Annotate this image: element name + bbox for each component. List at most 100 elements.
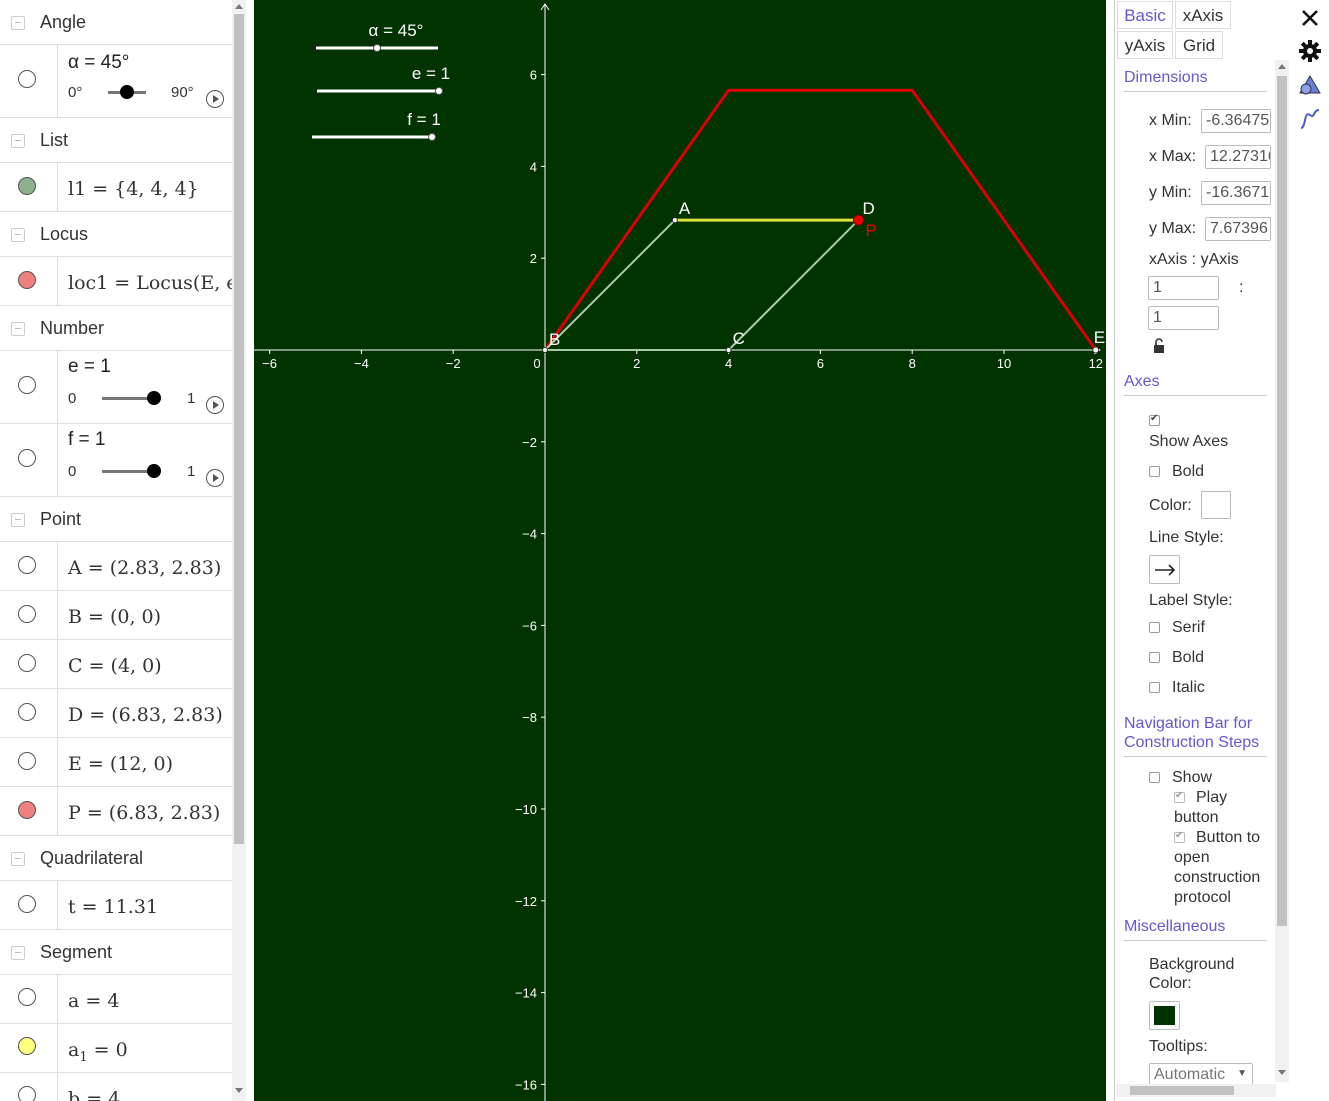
visibility-toggle[interactable] bbox=[18, 801, 36, 819]
y-tick-label: −2 bbox=[522, 435, 537, 450]
algebra-item-f[interactable]: f = 1 0 1 bbox=[0, 424, 232, 497]
scrollbar-thumb[interactable] bbox=[1277, 76, 1287, 926]
properties-scrollbar[interactable] bbox=[1275, 60, 1289, 1082]
collapse-icon[interactable] bbox=[11, 322, 25, 336]
ratio-y-input[interactable]: 1 bbox=[1148, 306, 1219, 330]
scrollbar-thumb[interactable] bbox=[1130, 1086, 1234, 1095]
scroll-down-icon[interactable] bbox=[235, 1088, 243, 1093]
algebra-item-point-b[interactable]: B = (0, 0) bbox=[0, 591, 232, 640]
unlock-icon[interactable] bbox=[1152, 337, 1168, 355]
algebra-item-point-e[interactable]: E = (12, 0) bbox=[0, 738, 232, 787]
visibility-toggle[interactable] bbox=[18, 70, 36, 88]
slider-knob[interactable] bbox=[147, 464, 161, 478]
graphics-view[interactable]: −6 −4 −2 0 2 4 6 8 10 12 6 4 2 −2 −4 −6 −8 −10 −12 −14 −16 A B… bbox=[254, 0, 1106, 1101]
tab-xaxis[interactable]: xAxis bbox=[1175, 1, 1231, 29]
slider-max: 1 bbox=[187, 390, 196, 407]
collapse-icon[interactable] bbox=[11, 852, 25, 866]
segment-cd bbox=[727, 219, 860, 351]
play-icon[interactable] bbox=[206, 469, 224, 487]
algebra-item-t[interactable]: t = 11.31 bbox=[0, 881, 232, 930]
show-nav-label: Show bbox=[1172, 769, 1213, 786]
graphics-canvas[interactable]: −6 −4 −2 0 2 4 6 8 10 12 6 4 2 −2 −4 −6 −8 −10 −12 −14 −16 A B… bbox=[254, 0, 1106, 1101]
function-curve-icon[interactable] bbox=[1298, 107, 1322, 131]
graphics-style-icon[interactable] bbox=[1298, 73, 1322, 97]
algebra-item-e[interactable]: e = 1 0 1 bbox=[0, 351, 232, 424]
section-navigation-bar: Navigation Bar for Construction Steps bbox=[1124, 714, 1267, 757]
scroll-up-icon[interactable] bbox=[1278, 64, 1286, 69]
line-style-button[interactable] bbox=[1149, 555, 1180, 584]
scroll-down-icon[interactable] bbox=[1278, 1070, 1286, 1075]
group-list[interactable]: List bbox=[0, 118, 232, 163]
play-icon[interactable] bbox=[206, 396, 224, 414]
xmin-input[interactable]: -6.36475 bbox=[1201, 109, 1271, 133]
slider-knob[interactable] bbox=[147, 391, 161, 405]
show-axes-checkbox[interactable] bbox=[1149, 413, 1160, 426]
visibility-toggle[interactable] bbox=[18, 654, 36, 672]
ymin-input[interactable]: -16.36719 bbox=[1201, 181, 1271, 205]
visibility-toggle[interactable] bbox=[18, 605, 36, 623]
serif-checkbox[interactable] bbox=[1149, 622, 1160, 633]
collapse-icon[interactable] bbox=[11, 16, 25, 30]
gear-icon[interactable] bbox=[1298, 39, 1322, 63]
tab-basic[interactable]: Basic bbox=[1117, 1, 1173, 29]
algebra-item-alpha[interactable]: α = 45° 0° 90° bbox=[0, 44, 232, 118]
collapse-icon[interactable] bbox=[11, 513, 25, 527]
group-segment[interactable]: Segment bbox=[0, 930, 232, 975]
visibility-toggle[interactable] bbox=[18, 556, 36, 574]
group-angle[interactable]: Angle bbox=[0, 0, 232, 45]
group-label: Quadrilateral bbox=[40, 848, 144, 868]
group-point[interactable]: Point bbox=[0, 497, 232, 542]
tab-grid[interactable]: Grid bbox=[1175, 31, 1223, 59]
show-nav-checkbox[interactable] bbox=[1149, 772, 1160, 783]
collapse-icon[interactable] bbox=[11, 946, 25, 960]
open-protocol-label: Button to bbox=[1196, 829, 1261, 846]
visibility-toggle[interactable] bbox=[18, 895, 36, 913]
algebra-item-point-a[interactable]: A = (2.83, 2.83) bbox=[0, 542, 232, 591]
background-color-button[interactable] bbox=[1149, 1001, 1180, 1030]
visibility-toggle[interactable] bbox=[18, 177, 36, 195]
group-locus[interactable]: Locus bbox=[0, 212, 232, 257]
algebra-item-b[interactable]: b = 4 bbox=[0, 1073, 232, 1101]
scroll-up-icon[interactable] bbox=[235, 4, 243, 9]
visibility-toggle[interactable] bbox=[18, 376, 36, 394]
algebra-item-a1[interactable]: a1 = 0 bbox=[0, 1024, 232, 1073]
xmax-input[interactable]: 12.27316 bbox=[1205, 145, 1271, 169]
axis-color-swatch[interactable] bbox=[1201, 491, 1231, 519]
slider-knob[interactable] bbox=[120, 85, 134, 99]
italic-checkbox[interactable] bbox=[1149, 682, 1160, 693]
scrollbar-thumb[interactable] bbox=[234, 14, 244, 844]
visibility-toggle[interactable] bbox=[18, 449, 36, 467]
visibility-toggle[interactable] bbox=[18, 271, 36, 289]
visibility-toggle[interactable] bbox=[18, 988, 36, 1006]
group-quadrilateral[interactable]: Quadrilateral bbox=[0, 836, 232, 881]
algebra-item-loc1[interactable]: loc1 = Locus(E, e) bbox=[0, 257, 232, 306]
algebra-item-point-c[interactable]: C = (4, 0) bbox=[0, 640, 232, 689]
x-tick-label: 6 bbox=[817, 356, 824, 371]
algebra-item-point-d[interactable]: D = (6.83, 2.83) bbox=[0, 689, 232, 738]
open-protocol-checkbox[interactable] bbox=[1174, 830, 1185, 843]
ymax-input[interactable]: 7.67396 bbox=[1205, 217, 1271, 241]
bold-checkbox[interactable] bbox=[1149, 466, 1160, 477]
point-label-e: E bbox=[1094, 328, 1105, 347]
play-button-checkbox[interactable] bbox=[1174, 790, 1185, 803]
properties-horizontal-scrollbar[interactable] bbox=[1116, 1084, 1276, 1097]
algebra-item-a[interactable]: a = 4 bbox=[0, 975, 232, 1024]
label-bold-checkbox[interactable] bbox=[1149, 652, 1160, 663]
section-line: Construction Steps bbox=[1124, 734, 1260, 751]
close-icon[interactable] bbox=[1298, 6, 1322, 30]
visibility-toggle[interactable] bbox=[18, 752, 36, 770]
algebra-scrollbar[interactable] bbox=[232, 0, 246, 1101]
play-icon[interactable] bbox=[206, 90, 224, 108]
visibility-toggle[interactable] bbox=[18, 1037, 36, 1055]
tab-yaxis[interactable]: yAxis bbox=[1117, 31, 1173, 59]
visibility-toggle[interactable] bbox=[18, 703, 36, 721]
expression: D = (6.83, 2.83) bbox=[68, 704, 223, 726]
group-number[interactable]: Number bbox=[0, 306, 232, 351]
algebra-item-point-p[interactable]: P = (6.83, 2.83) bbox=[0, 787, 232, 836]
collapse-icon[interactable] bbox=[11, 134, 25, 148]
x-tick-label: 12 bbox=[1089, 356, 1103, 371]
collapse-icon[interactable] bbox=[11, 228, 25, 242]
visibility-toggle[interactable] bbox=[18, 1086, 36, 1101]
ratio-x-input[interactable]: 1 bbox=[1148, 276, 1219, 300]
algebra-item-l1[interactable]: l1 = {4, 4, 4} bbox=[0, 163, 232, 212]
